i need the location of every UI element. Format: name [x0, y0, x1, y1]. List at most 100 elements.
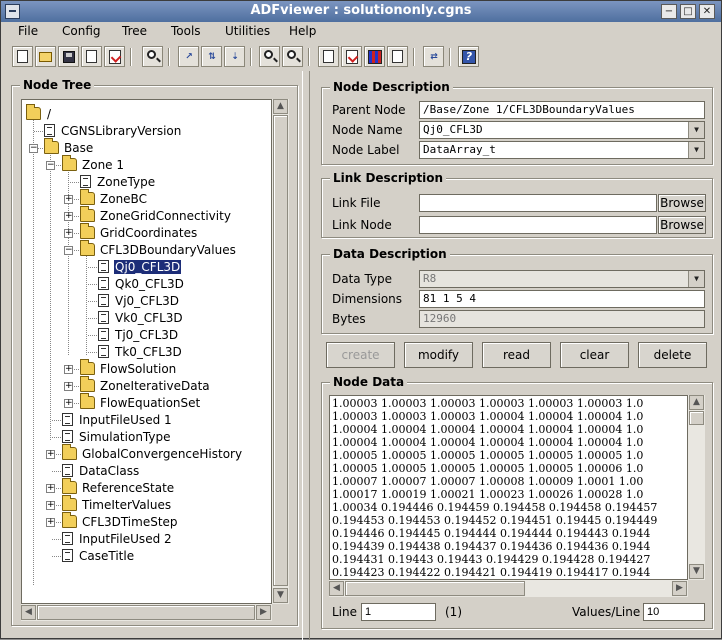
tree-node[interactable]: Qj0_CFL3D	[22, 259, 271, 276]
menu-file[interactable]: File	[18, 24, 38, 38]
new-file-button[interactable]	[12, 46, 33, 67]
dropdown-arrow-icon[interactable]: ▼	[688, 122, 704, 138]
link-node-browse-button[interactable]: Browse	[658, 216, 706, 234]
dimensions-field[interactable]: 81 1 5 4	[419, 290, 705, 308]
scroll-thumb[interactable]	[345, 581, 525, 596]
tree-node[interactable]: CGNSLibraryVersion	[22, 123, 271, 140]
scroll-right-arrow-icon[interactable]: ▶	[256, 605, 271, 620]
print-preview-button[interactable]	[142, 46, 163, 67]
open-file-button[interactable]	[35, 46, 56, 67]
delete-button[interactable]: delete	[638, 342, 707, 368]
save-button[interactable]	[58, 46, 79, 67]
expand-icon[interactable]: +	[46, 450, 55, 459]
menu-help[interactable]: Help	[289, 24, 316, 38]
scroll-down-arrow-icon[interactable]: ▼	[273, 588, 288, 603]
expand-icon[interactable]: +	[46, 518, 55, 527]
clear-button[interactable]: clear	[560, 342, 629, 368]
tree-node[interactable]: Tj0_CFL3D	[22, 327, 271, 344]
expand-icon[interactable]: +	[46, 501, 55, 510]
tree-node[interactable]: + ZoneIterativeData	[22, 376, 271, 395]
tree-node[interactable]: ZoneType	[22, 174, 271, 191]
tree-node[interactable]: + GridCoordinates	[22, 223, 271, 242]
tree-node[interactable]: Vj0_CFL3D	[22, 293, 271, 310]
file-info-button[interactable]	[104, 46, 125, 67]
tree-node[interactable]: + GlobalConvergenceHistory	[22, 444, 271, 463]
convert-button[interactable]: ⇄	[423, 46, 444, 67]
scroll-up-arrow-icon[interactable]: ▲	[273, 99, 288, 114]
tree-node-root[interactable]: /	[22, 104, 271, 123]
tree-node[interactable]: DataClass	[22, 463, 271, 480]
tree-node[interactable]: + ZoneBC	[22, 189, 271, 208]
node-data-text[interactable]: 1.00003 1.00003 1.00003 1.00003 1.00003 …	[329, 395, 688, 580]
close-button[interactable]: ✕	[699, 4, 715, 19]
collapse-icon[interactable]: −	[29, 144, 38, 153]
scroll-right-arrow-icon[interactable]: ▶	[672, 581, 687, 596]
collapse-icon[interactable]: −	[64, 246, 73, 255]
expand-icon[interactable]: +	[64, 229, 73, 238]
scroll-thumb[interactable]	[37, 605, 255, 620]
tree-expand-button[interactable]: ↗	[178, 46, 199, 67]
tree-node[interactable]: + CFL3DTimeStep	[22, 512, 271, 531]
menu-config[interactable]: Config	[62, 24, 101, 38]
menu-tree[interactable]: Tree	[122, 24, 147, 38]
expand-icon[interactable]: +	[64, 399, 73, 408]
expand-icon[interactable]: +	[64, 195, 73, 204]
scroll-thumb[interactable]	[689, 411, 704, 425]
tree-vertical-scrollbar[interactable]: ▲ ▼	[272, 99, 289, 604]
line-field[interactable]: 1	[361, 603, 436, 621]
scroll-thumb[interactable]	[273, 115, 288, 586]
scroll-up-arrow-icon[interactable]: ▲	[689, 395, 704, 410]
find-button[interactable]	[259, 46, 280, 67]
title-bar[interactable]: ADFviewer : solutiononly.cgns − □ ✕	[1, 1, 721, 22]
values-per-line-field[interactable]: 10	[643, 603, 705, 621]
node-data-vertical-scrollbar[interactable]: ▲ ▼	[688, 395, 705, 580]
scroll-left-arrow-icon[interactable]: ◀	[21, 605, 36, 620]
check-button[interactable]	[341, 46, 362, 67]
tree-node[interactable]: Qk0_CFL3D	[22, 276, 271, 293]
link-node-field[interactable]	[419, 216, 657, 234]
expand-icon[interactable]: +	[46, 484, 55, 493]
tree-node[interactable]: Vk0_CFL3D	[22, 310, 271, 327]
tree-node[interactable]: − CFL3DBoundaryValues	[22, 240, 271, 259]
tree-node[interactable]: + FlowSolution	[22, 359, 271, 378]
node-data-horizontal-scrollbar[interactable]: ◀ ▶	[329, 580, 688, 597]
tree-node[interactable]: + FlowEquationSet	[22, 393, 271, 412]
scroll-left-arrow-icon[interactable]: ◀	[329, 581, 344, 596]
tree-node[interactable]: + ZoneGridConnectivity	[22, 206, 271, 225]
pane-splitter[interactable]	[302, 71, 310, 640]
dropdown-arrow-icon[interactable]: ▼	[688, 142, 704, 158]
help-button[interactable]: ?	[458, 46, 479, 67]
tree-node[interactable]: + ReferenceState	[22, 478, 271, 497]
node-label-combo[interactable]: DataArray_t ▼	[419, 141, 705, 159]
maximize-button[interactable]: □	[680, 4, 696, 19]
reload-button[interactable]	[81, 46, 102, 67]
link-file-browse-button[interactable]: Browse	[658, 194, 706, 212]
copy-button[interactable]	[318, 46, 339, 67]
menu-utilities[interactable]: Utilities	[225, 24, 270, 38]
parent-node-field[interactable]: /Base/Zone 1/CFL3DBoundaryValues	[419, 101, 705, 119]
tree-sort-button[interactable]: ⇅	[201, 46, 222, 67]
minimize-button[interactable]: −	[661, 4, 677, 19]
plot-button[interactable]	[364, 46, 385, 67]
tree-node[interactable]: InputFileUsed 2	[22, 531, 271, 548]
tree-horizontal-scrollbar[interactable]: ◀ ▶	[21, 604, 272, 621]
tree-node[interactable]: InputFileUsed 1	[22, 412, 271, 429]
tree-node[interactable]: SimulationType	[22, 429, 271, 446]
tree-node[interactable]: − Zone 1	[22, 155, 271, 174]
expand-icon[interactable]: +	[64, 212, 73, 221]
node-name-combo[interactable]: Qj0_CFL3D ▼	[419, 121, 705, 139]
node-tree[interactable]: / CGNSLibraryVersion − Base − Zone 1 ZoneType…	[21, 99, 272, 604]
modify-button[interactable]: modify	[404, 342, 473, 368]
find-next-button[interactable]	[282, 46, 303, 67]
tree-node[interactable]: − Base	[22, 138, 271, 157]
calculator-button[interactable]	[387, 46, 408, 67]
expand-icon[interactable]: +	[64, 382, 73, 391]
scroll-down-arrow-icon[interactable]: ▼	[689, 564, 704, 579]
tree-move-button[interactable]: ⇣	[224, 46, 245, 67]
expand-icon[interactable]: +	[64, 365, 73, 374]
tree-node[interactable]: CaseTitle	[22, 548, 271, 565]
link-file-field[interactable]	[419, 194, 657, 212]
menu-tools[interactable]: Tools	[171, 24, 201, 38]
tree-node[interactable]: + TimeIterValues	[22, 495, 271, 514]
read-button[interactable]: read	[482, 342, 551, 368]
